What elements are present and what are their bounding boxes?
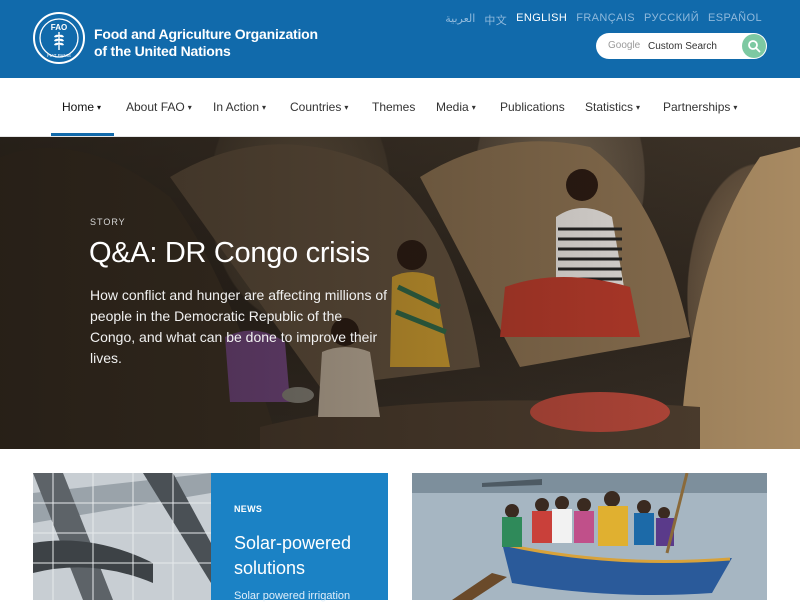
- logo-letters: FAO: [51, 23, 67, 32]
- nav-item-themes[interactable]: Themes: [372, 78, 415, 137]
- org-name-line2: of the United Nations: [94, 43, 231, 59]
- chevron-down-icon: ▾: [733, 103, 738, 112]
- hero-description: How conflict and hunger are affecting mi…: [90, 287, 388, 366]
- nav-active-indicator: [51, 133, 114, 136]
- language-selector: العربية 中文 ENGLISH FRANÇAIS РУССКИЙ ESPA…: [445, 12, 762, 28]
- boat-photo: [412, 473, 767, 600]
- chevron-down-icon: ▾: [262, 103, 267, 112]
- news-card-title[interactable]: Solar-powered solutions: [234, 531, 384, 581]
- search-input[interactable]: [648, 38, 740, 54]
- nav-item-in-action[interactable]: In Action ▾: [213, 78, 266, 137]
- nav-item-home[interactable]: Home ▾: [62, 78, 101, 137]
- nav-item-label: In Action: [213, 100, 260, 114]
- lang-french[interactable]: FRANÇAIS: [576, 12, 635, 28]
- news-card[interactable]: NEWS Solar-powered solutions Solar power…: [211, 473, 388, 602]
- news-card-kicker: NEWS: [234, 504, 263, 514]
- nav-item-partnerships[interactable]: Partnerships ▾: [663, 78, 737, 137]
- chevron-down-icon: ▾: [636, 103, 641, 112]
- nav-item-label: Partnerships: [663, 100, 731, 114]
- news-card-snippet: Solar powered irrigation: [234, 590, 351, 602]
- chevron-down-icon: ▾: [344, 103, 349, 112]
- fao-logo-icon[interactable]: FAO FIAT PANIS: [33, 12, 85, 64]
- search-button[interactable]: [742, 34, 766, 58]
- nav-item-label: Countries: [290, 100, 342, 114]
- search-icon: [748, 40, 761, 53]
- boat-photo-card[interactable]: [412, 473, 767, 600]
- lang-english[interactable]: ENGLISH: [516, 12, 567, 28]
- chevron-down-icon: ▾: [97, 103, 102, 112]
- nav-item-label: Media: [436, 100, 469, 114]
- lang-arabic[interactable]: العربية: [445, 12, 475, 28]
- hero-title[interactable]: Q&A: DR Congo crisis: [89, 237, 370, 270]
- nav-item-label: About FAO: [126, 100, 185, 114]
- nav-item-about-fao[interactable]: About FAO ▾: [126, 78, 192, 137]
- search-brand: Google: [608, 40, 641, 51]
- solar-panel-image: [33, 473, 211, 600]
- nav-item-label: Themes: [372, 100, 416, 114]
- nav-item-media[interactable]: Media ▾: [436, 78, 476, 137]
- nav-item-publications[interactable]: Publications: [500, 78, 565, 137]
- main-nav: Home ▾ About FAO ▾ In Action ▾ Countries ▾ T…: [0, 78, 800, 137]
- org-name-line1: Food and Agriculture Organization: [94, 26, 318, 42]
- chevron-down-icon: ▾: [471, 103, 476, 112]
- nav-item-statistics[interactable]: Statistics ▾: [585, 78, 640, 137]
- lang-chinese[interactable]: 中文: [484, 12, 507, 28]
- solar-panels-photo[interactable]: [33, 473, 211, 600]
- site-header: FAO FIAT PANIS Food and Agriculture Orga…: [0, 0, 800, 78]
- nav-item-label: Statistics: [585, 100, 634, 114]
- lang-spanish[interactable]: ESPAÑOL: [708, 12, 762, 28]
- lang-russian[interactable]: РУССКИЙ: [644, 12, 699, 28]
- nav-item-label: Home: [62, 100, 95, 114]
- hero-kicker: STORY: [90, 217, 126, 227]
- org-name[interactable]: Food and Agriculture Organization of the…: [94, 26, 318, 60]
- search-box: Google: [596, 33, 767, 59]
- hero-banner[interactable]: STORY Q&A: DR Congo crisis How conflict …: [0, 137, 800, 449]
- chevron-down-icon: ▾: [187, 103, 192, 112]
- logo-motto: FIAT PANIS: [47, 53, 71, 58]
- nav-item-label: Publications: [500, 100, 565, 114]
- nav-item-countries[interactable]: Countries ▾: [290, 78, 348, 137]
